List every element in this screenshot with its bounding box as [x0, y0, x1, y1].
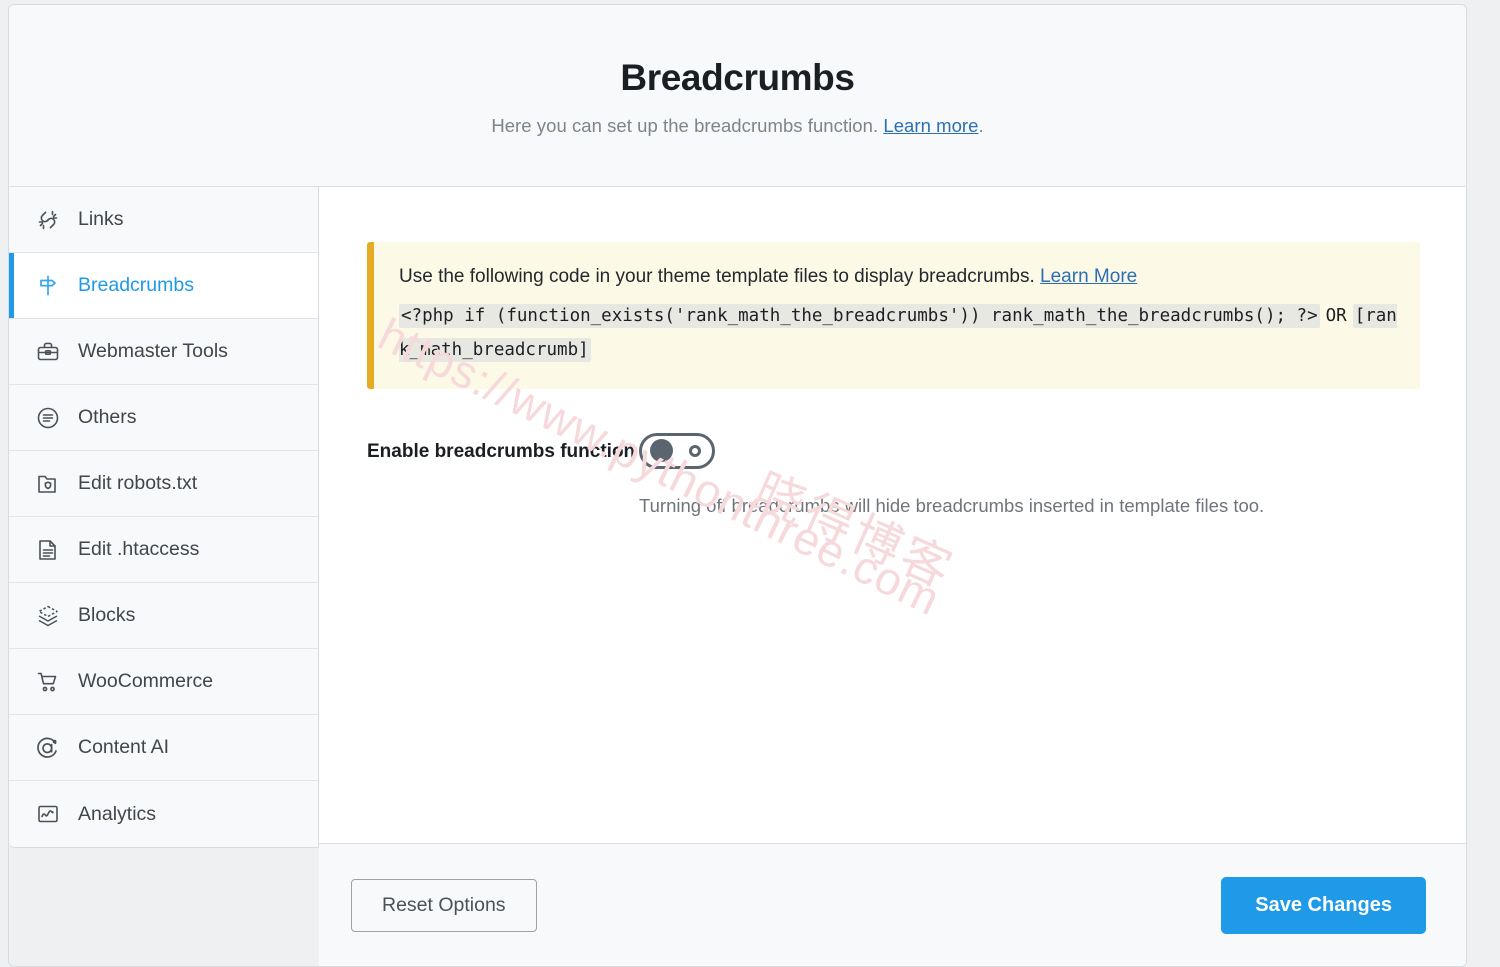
sidebar-item-blocks[interactable]: Blocks: [9, 583, 318, 649]
sidebar-item-label: Others: [78, 406, 137, 428]
main-content: Use the following code in your theme tem…: [319, 187, 1466, 966]
sidebar-item-edit-htaccess[interactable]: Edit .htaccess: [9, 517, 318, 583]
sidebar-item-label: Blocks: [78, 604, 136, 626]
sidebar-item-label: Edit .htaccess: [78, 538, 200, 560]
page-title: Breadcrumbs: [620, 56, 855, 98]
sidebar-item-label: Content AI: [78, 736, 170, 758]
shopping-cart-icon: [34, 668, 62, 696]
sidebar-item-links[interactable]: Links: [9, 187, 318, 253]
field-control: Turning off breadcrumbs will hide breadc…: [639, 432, 1420, 517]
sidebar-item-edit-robots-txt[interactable]: Edit robots.txt: [9, 451, 318, 517]
settings-panel: Use the following code in your theme tem…: [319, 187, 1466, 843]
sidebar-item-others[interactable]: Others: [9, 385, 318, 451]
layers-icon: [34, 602, 62, 630]
sidebar-item-webmaster-tools[interactable]: Webmaster Tools: [9, 319, 318, 385]
page-body: Links Breadcrumbs Webmaster Tools Others…: [9, 187, 1466, 966]
folder-shield-icon: [34, 470, 62, 498]
toggle-knob: [650, 439, 673, 463]
list-circle-icon: [34, 404, 62, 432]
toolbox-icon: [34, 338, 62, 366]
broken-link-icon: [34, 206, 62, 234]
field-label: Enable breadcrumbs function: [367, 440, 636, 462]
page-header: Breadcrumbs Here you can set up the brea…: [9, 5, 1466, 187]
sidebar-item-breadcrumbs[interactable]: Breadcrumbs: [9, 253, 318, 319]
code-snippet[interactable]: <?php if (function_exists('rank_math_the…: [399, 300, 1398, 367]
settings-window: Breadcrumbs Here you can set up the brea…: [8, 4, 1467, 967]
notice-text: Use the following code in your theme tem…: [399, 266, 1041, 287]
save-changes-button[interactable]: Save Changes: [1221, 877, 1426, 934]
sidebar-item-content-ai[interactable]: Content AI: [9, 715, 318, 781]
code-or: OR: [1325, 306, 1347, 327]
signpost-icon: [34, 272, 62, 300]
page-subtitle-period: .: [978, 115, 984, 137]
page-subtitle-text: Here you can set up the breadcrumbs func…: [491, 115, 884, 137]
sidebar-item-label: Analytics: [78, 802, 157, 825]
code-notice: Use the following code in your theme tem…: [367, 242, 1420, 389]
file-lines-icon: [34, 536, 62, 564]
notice-learn-more-link[interactable]: Learn More: [1040, 266, 1137, 287]
notice-description: Use the following code in your theme tem…: [399, 262, 1398, 291]
code-php: <?php if (function_exists('rank_math_the…: [399, 304, 1320, 329]
sidebar-nav: Links Breadcrumbs Webmaster Tools Others…: [9, 187, 319, 848]
sidebar-item-analytics[interactable]: Analytics: [9, 781, 318, 847]
sidebar-item-label: WooCommerce: [78, 670, 214, 692]
page-subtitle: Here you can set up the breadcrumbs func…: [491, 115, 983, 137]
footer-actions: Reset Options Save Changes: [319, 843, 1466, 966]
enable-breadcrumbs-toggle[interactable]: [639, 432, 715, 469]
enable-breadcrumbs-field: Enable breadcrumbs function Turning off …: [367, 432, 1420, 517]
reset-options-button[interactable]: Reset Options: [351, 879, 537, 932]
analytics-chart-icon: [34, 800, 62, 828]
learn-more-link[interactable]: Learn more: [883, 115, 978, 136]
field-help-text: Turning off breadcrumbs will hide breadc…: [639, 494, 1265, 516]
sidebar-item-woocommerce[interactable]: WooCommerce: [9, 649, 318, 715]
sidebar-item-label: Webmaster Tools: [78, 340, 228, 362]
sidebar-item-label: Breadcrumbs: [78, 274, 194, 296]
sidebar-item-label: Links: [78, 208, 124, 230]
sidebar-item-label: Edit robots.txt: [78, 472, 198, 494]
toggle-ring-icon: [689, 444, 701, 457]
sidebar: Links Breadcrumbs Webmaster Tools Others…: [9, 187, 319, 966]
content-ai-icon: [34, 734, 62, 762]
